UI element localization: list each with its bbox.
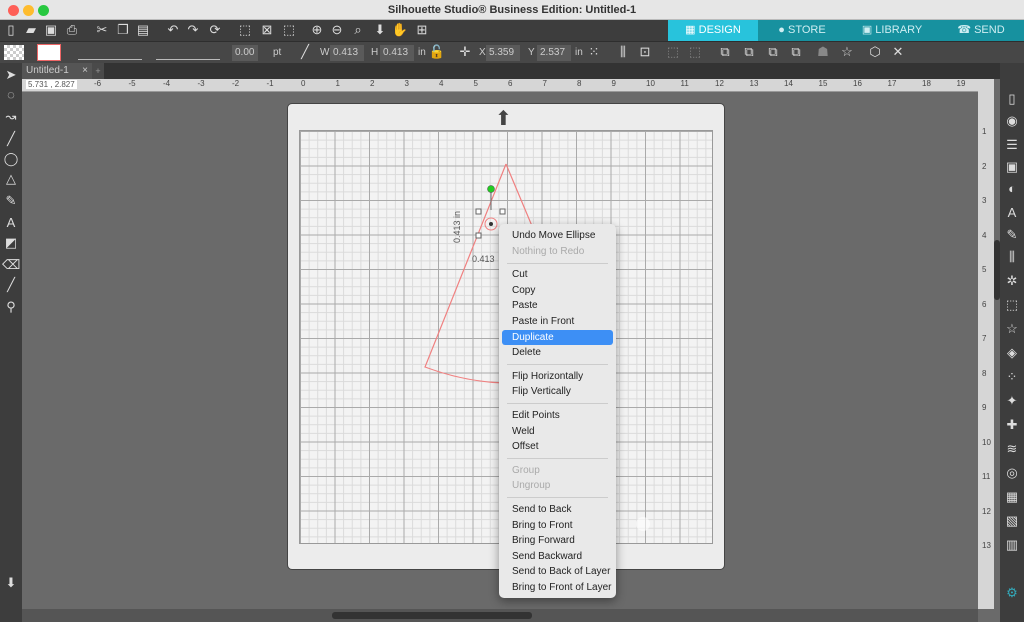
watermark-circle: [636, 517, 650, 531]
menu-separator: [507, 403, 608, 405]
menu-separator: [507, 262, 608, 264]
menu-item-send-to-back[interactable]: Send to Back: [502, 502, 613, 518]
resize-handle[interactable]: [475, 232, 482, 239]
menu-item-paste-in-front[interactable]: Paste in Front: [502, 314, 613, 330]
menu-item-flip-horizontally[interactable]: Flip Horizontally: [502, 369, 613, 385]
context-menu: Undo Move Ellipse Nothing to Redo Cut Copy P…: [499, 224, 616, 598]
horizontal-scrollbar[interactable]: [22, 609, 978, 622]
vertical-scrollbar-thumb[interactable]: [994, 240, 1000, 300]
menu-item-bring-to-front-of-layer[interactable]: Bring to Front of Layer: [502, 580, 613, 596]
ellipse-center: [489, 222, 493, 226]
height-dimension: 0.413 in: [452, 211, 462, 243]
menu-item-cut[interactable]: Cut: [502, 267, 613, 283]
menu-item-paste[interactable]: Paste: [502, 298, 613, 314]
menu-item-delete[interactable]: Delete: [502, 345, 613, 361]
menu-item-undo-move-ellipse[interactable]: Undo Move Ellipse: [502, 228, 613, 244]
menu-item-send-to-back-of-layer[interactable]: Send to Back of Layer: [502, 564, 613, 580]
menu-item-edit-points[interactable]: Edit Points: [502, 408, 613, 424]
resize-handle[interactable]: [475, 208, 482, 215]
menu-item-bring-to-front[interactable]: Bring to Front: [502, 518, 613, 534]
menu-separator: [507, 497, 608, 499]
menu-item-nothing-to-redo: Nothing to Redo: [512, 245, 585, 257]
resize-handle[interactable]: [499, 208, 506, 215]
scrollbar-thumb[interactable]: [332, 612, 532, 619]
menu-item-ungroup: Ungroup: [512, 480, 551, 492]
menu-item-weld[interactable]: Weld: [502, 424, 613, 440]
menu-item-group: Group: [512, 464, 540, 476]
menu-item-duplicate[interactable]: Duplicate: [502, 329, 613, 346]
menu-separator: [507, 458, 608, 460]
menu-item-send-backward[interactable]: Send Backward: [502, 549, 613, 565]
menu-item-flip-vertically[interactable]: Flip Vertically: [502, 384, 613, 400]
rotate-handle[interactable]: [487, 185, 495, 193]
menu-item-bring-forward[interactable]: Bring Forward: [502, 533, 613, 549]
menu-item-offset[interactable]: Offset: [502, 439, 613, 455]
width-dimension: 0.413: [472, 254, 495, 264]
menu-item-copy[interactable]: Copy: [502, 283, 613, 299]
menu-separator: [507, 364, 608, 366]
